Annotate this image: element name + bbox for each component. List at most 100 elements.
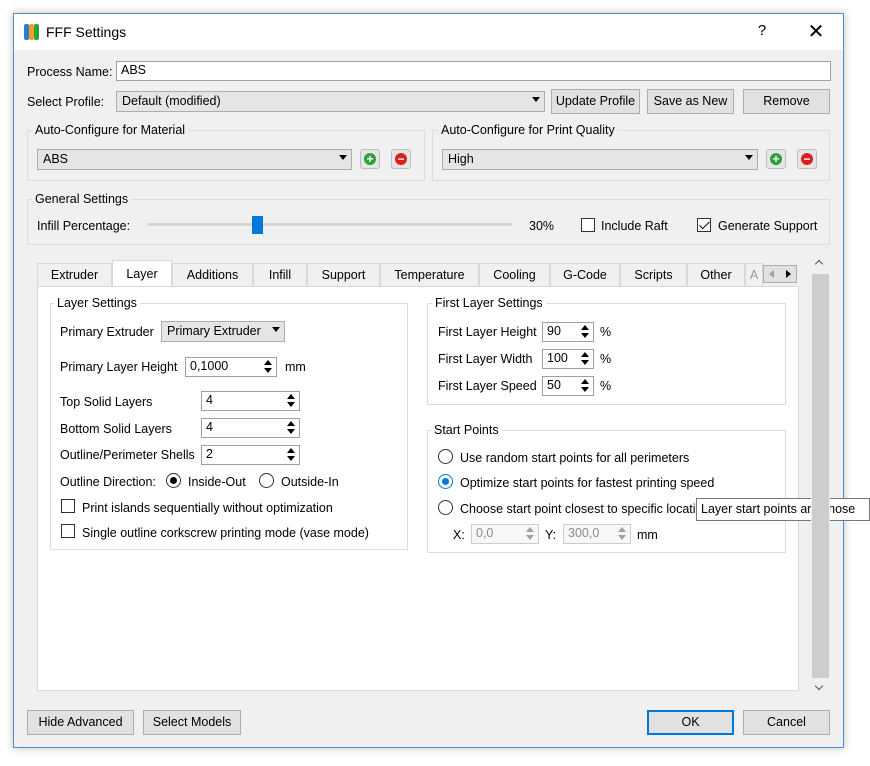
tab-gcode[interactable]: G-Code [550, 263, 620, 286]
spin-arrows-icon[interactable] [285, 420, 298, 436]
first-layer-speed-unit: % [600, 379, 612, 393]
spin-arrows-icon[interactable] [524, 526, 537, 542]
app-icon [24, 24, 40, 40]
first-layer-speed-spinbox[interactable]: 50 [542, 376, 594, 396]
chevron-right-icon[interactable] [786, 270, 791, 278]
help-icon[interactable]: ? [752, 22, 772, 39]
first-layer-speed-value: 50 [547, 378, 561, 392]
first-layer-width-spinbox[interactable]: 100 [542, 349, 594, 369]
inside-out-radio[interactable] [166, 473, 181, 488]
layer-height-label: Primary Layer Height [60, 360, 178, 374]
shells-value: 2 [206, 447, 213, 461]
optimize-start-radio[interactable] [438, 474, 453, 489]
primary-extruder-dropdown[interactable]: Primary Extruder [161, 321, 285, 342]
closest-start-radio[interactable] [438, 500, 453, 515]
ok-button[interactable]: OK [647, 710, 734, 735]
outside-in-label: Outside-In [281, 475, 339, 489]
primary-extruder-value: Primary Extruder [167, 324, 261, 338]
tab-cooling[interactable]: Cooling [479, 263, 550, 286]
first-layer-width-value: 100 [547, 351, 568, 365]
spin-arrows-icon[interactable] [579, 378, 592, 394]
y-spinbox[interactable]: 300,0 [563, 524, 631, 544]
chevron-down-icon [339, 155, 347, 160]
auto-material-title: Auto-Configure for Material [32, 123, 189, 137]
close-icon[interactable]: ✕ [803, 19, 829, 44]
add-quality-button[interactable]: + [766, 149, 786, 169]
tab-support[interactable]: Support [307, 263, 380, 286]
shells-spinbox[interactable]: 2 [201, 445, 300, 465]
scrollbar-thumb[interactable] [812, 274, 829, 678]
generate-support-checkbox[interactable] [697, 218, 711, 232]
tab-scripts[interactable]: Scripts [620, 263, 687, 286]
scroll-up-icon[interactable] [814, 258, 825, 269]
tab-extruder[interactable]: Extruder [37, 263, 112, 286]
quality-value: High [448, 152, 474, 166]
bottom-solid-label: Bottom Solid Layers [60, 422, 172, 436]
spin-arrows-icon[interactable] [285, 393, 298, 409]
outside-in-radio[interactable] [259, 473, 274, 488]
spin-arrows-icon[interactable] [262, 359, 275, 375]
first-layer-height-unit: % [600, 325, 612, 339]
select-profile-label: Select Profile: [27, 95, 105, 109]
top-solid-spinbox[interactable]: 4 [201, 391, 300, 411]
spin-arrows-icon[interactable] [285, 447, 298, 463]
first-layer-height-spinbox[interactable]: 90 [542, 322, 594, 342]
material-dropdown[interactable]: ABS [37, 149, 352, 170]
quality-dropdown[interactable]: High [442, 149, 758, 170]
minus-icon: − [395, 153, 407, 165]
select-profile-value: Default (modified) [122, 94, 221, 108]
tab-scroll-buttons[interactable] [763, 265, 797, 283]
chevron-down-icon [532, 97, 540, 102]
hide-advanced-button[interactable]: Hide Advanced [27, 710, 134, 735]
top-solid-value: 4 [206, 393, 213, 407]
select-models-button[interactable]: Select Models [143, 710, 241, 735]
spin-arrows-icon[interactable] [616, 526, 629, 542]
print-islands-label: Print islands sequentially without optim… [82, 501, 333, 515]
random-start-radio[interactable] [438, 449, 453, 464]
tab-other[interactable]: Other [687, 263, 745, 286]
tab-advanced-partial[interactable]: A [745, 263, 763, 286]
update-profile-button[interactable]: Update Profile [551, 89, 640, 114]
primary-extruder-label: Primary Extruder [60, 325, 154, 339]
chevron-down-icon [272, 327, 280, 332]
xy-unit: mm [637, 528, 658, 542]
minus-icon: − [801, 153, 813, 165]
remove-material-button[interactable]: − [391, 149, 411, 169]
first-layer-width-unit: % [600, 352, 612, 366]
tab-temperature[interactable]: Temperature [380, 263, 479, 286]
chevron-left-icon[interactable] [769, 270, 774, 278]
layer-height-spinbox[interactable]: 0,1000 [185, 357, 277, 377]
spin-arrows-icon[interactable] [579, 351, 592, 367]
title-bar: FFF Settings ? ✕ [14, 14, 843, 50]
y-value: 300,0 [568, 526, 600, 540]
window-title: FFF Settings [46, 24, 127, 40]
process-name-input[interactable]: ABS [116, 61, 831, 81]
layer-height-value: 0,1000 [190, 359, 229, 373]
scroll-down-icon[interactable] [814, 681, 825, 694]
tab-additions[interactable]: Additions [172, 263, 253, 286]
select-profile-dropdown[interactable]: Default (modified) [116, 91, 545, 112]
spin-arrows-icon[interactable] [579, 324, 592, 340]
print-islands-checkbox[interactable] [61, 499, 75, 513]
infill-slider-handle[interactable] [251, 216, 263, 234]
vase-mode-checkbox[interactable] [61, 524, 75, 538]
plus-icon: + [770, 153, 782, 165]
include-raft-checkbox[interactable] [581, 218, 595, 232]
auto-quality-title: Auto-Configure for Print Quality [438, 123, 618, 137]
cancel-button[interactable]: Cancel [743, 710, 830, 735]
tab-infill[interactable]: Infill [253, 263, 307, 286]
first-layer-title: First Layer Settings [432, 296, 546, 310]
infill-value: 30% [529, 219, 555, 233]
save-as-new-button[interactable]: Save as New [647, 89, 734, 114]
infill-percentage-label: Infill Percentage: [37, 219, 131, 233]
start-points-tooltip: Layer start points are chose [696, 498, 870, 521]
bottom-solid-spinbox[interactable]: 4 [201, 418, 300, 438]
remove-quality-button[interactable]: − [797, 149, 817, 169]
layer-height-unit: mm [285, 360, 306, 374]
generate-support-label: Generate Support [718, 219, 818, 233]
remove-profile-button[interactable]: Remove [743, 89, 830, 114]
add-material-button[interactable]: + [360, 149, 380, 169]
tab-layer[interactable]: Layer [112, 260, 172, 287]
infill-slider-track[interactable] [148, 223, 512, 226]
x-spinbox[interactable]: 0,0 [471, 524, 539, 544]
